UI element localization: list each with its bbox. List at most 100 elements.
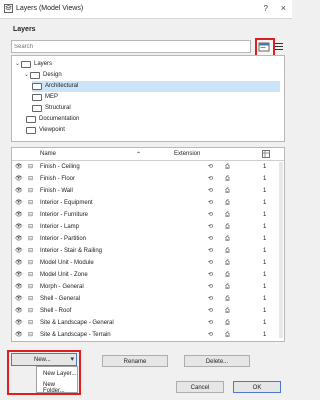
layer-icon[interactable]: ⊟: [28, 281, 38, 293]
lock-icon[interactable]: ⎙: [225, 221, 230, 233]
lock-icon[interactable]: ⎙: [225, 161, 230, 173]
sort-arrow-icon[interactable]: ⌃: [136, 151, 141, 158]
eye-icon[interactable]: 👁: [15, 233, 25, 245]
intersection-group-value[interactable]: 1: [263, 245, 266, 257]
layer-icon[interactable]: ⊟: [28, 173, 38, 185]
intersection-group-value[interactable]: 1: [263, 293, 266, 305]
hamburger-menu-icon[interactable]: [275, 41, 283, 51]
table-row[interactable]: 👁 ⊟ Shell - Roof ⟲ ⎙ 1: [12, 305, 284, 317]
eye-icon[interactable]: 👁: [15, 185, 25, 197]
cancel-button[interactable]: Cancel: [176, 381, 224, 393]
intersection-group-value[interactable]: 1: [263, 257, 266, 269]
layer-icon[interactable]: ⊟: [28, 209, 38, 221]
intersection-group-value[interactable]: 1: [263, 305, 266, 317]
intersection-group-value[interactable]: 1: [263, 329, 266, 341]
wireframe-icon[interactable]: ⟲: [208, 317, 213, 329]
lock-icon[interactable]: ⎙: [225, 197, 230, 209]
column-header-name[interactable]: Name: [40, 151, 56, 157]
intersection-group-value[interactable]: 1: [263, 209, 266, 221]
table-row[interactable]: 👁 ⊟ Interior - Lamp ⟲ ⎙ 1: [12, 221, 284, 233]
eye-icon[interactable]: 👁: [15, 161, 25, 173]
eye-icon[interactable]: 👁: [15, 305, 25, 317]
table-row[interactable]: 👁 ⊟ Shell - General ⟲ ⎙ 1: [12, 293, 284, 305]
chevron-down-icon[interactable]: ▾: [70, 355, 74, 363]
layer-icon[interactable]: ⊟: [28, 221, 38, 233]
tree-node-documentation[interactable]: Documentation: [26, 114, 280, 125]
search-input[interactable]: [12, 41, 244, 52]
wireframe-icon[interactable]: ⟲: [208, 245, 213, 257]
rename-button[interactable]: Rename: [102, 355, 168, 367]
layer-icon[interactable]: ⊟: [28, 269, 38, 281]
eye-icon[interactable]: 👁: [15, 173, 25, 185]
lock-icon[interactable]: ⎙: [225, 245, 230, 257]
wireframe-icon[interactable]: ⟲: [208, 281, 213, 293]
new-button[interactable]: New... ▾: [11, 353, 77, 366]
tree-node-mep[interactable]: MEP: [32, 92, 280, 103]
intersection-group-value[interactable]: 1: [263, 281, 266, 293]
intersection-group-value[interactable]: 1: [263, 161, 266, 173]
eye-icon[interactable]: 👁: [15, 197, 25, 209]
menu-item-new-layer[interactable]: New Layer...: [43, 371, 76, 377]
lock-icon[interactable]: ⎙: [225, 317, 230, 329]
tree-node-design[interactable]: ⌄ Design: [24, 70, 275, 81]
layer-icon[interactable]: ⊟: [28, 305, 38, 317]
intersection-group-value[interactable]: 1: [263, 221, 266, 233]
eye-icon[interactable]: 👁: [15, 269, 25, 281]
layer-icon[interactable]: ⊟: [28, 329, 38, 341]
table-row[interactable]: 👁 ⊟ Finish - Wall ⟲ ⎙ 1: [12, 185, 284, 197]
lock-icon[interactable]: ⎙: [225, 257, 230, 269]
intersection-group-value[interactable]: 1: [263, 233, 266, 245]
tree-node-layers[interactable]: ⌄ Layers: [15, 59, 275, 70]
lock-icon[interactable]: ⎙: [225, 329, 230, 341]
eye-icon[interactable]: 👁: [15, 317, 25, 329]
help-button[interactable]: ?: [264, 4, 268, 13]
eye-icon[interactable]: 👁: [15, 329, 25, 341]
table-row[interactable]: 👁 ⊟ Interior - Stair & Railing ⟲ ⎙ 1: [12, 245, 284, 257]
lock-icon[interactable]: ⎙: [225, 233, 230, 245]
search-field[interactable]: [11, 40, 251, 53]
table-row[interactable]: 👁 ⊟ Site & Landscape - General ⟲ ⎙ 1: [12, 317, 284, 329]
wireframe-icon[interactable]: ⟲: [208, 329, 213, 341]
tree-node-architectural[interactable]: Architectural: [32, 81, 280, 92]
table-row[interactable]: 👁 ⊟ Model Unit - Zone ⟲ ⎙ 1: [12, 269, 284, 281]
wireframe-icon[interactable]: ⟲: [208, 233, 213, 245]
lock-icon[interactable]: ⎙: [225, 305, 230, 317]
lock-icon[interactable]: ⎙: [225, 209, 230, 221]
layer-icon[interactable]: ⊟: [28, 317, 38, 329]
layer-icon[interactable]: ⊟: [28, 257, 38, 269]
wireframe-icon[interactable]: ⟲: [208, 161, 213, 173]
layer-icon[interactable]: ⊟: [28, 197, 38, 209]
table-row[interactable]: 👁 ⊟ Interior - Partition ⟲ ⎙ 1: [12, 233, 284, 245]
eye-icon[interactable]: 👁: [15, 221, 25, 233]
column-header-extension[interactable]: Extension: [174, 151, 200, 157]
tree-node-viewpoint[interactable]: Viewpoint: [26, 125, 280, 136]
lock-icon[interactable]: ⎙: [225, 173, 230, 185]
ok-button[interactable]: OK: [233, 381, 281, 393]
intersection-group-value[interactable]: 1: [263, 317, 266, 329]
wireframe-icon[interactable]: ⟲: [208, 197, 213, 209]
wireframe-icon[interactable]: ⟲: [208, 269, 213, 281]
lock-icon[interactable]: ⎙: [225, 269, 230, 281]
lock-icon[interactable]: ⎙: [225, 293, 230, 305]
table-row[interactable]: 👁 ⊟ Finish - Ceiling ⟲ ⎙ 1: [12, 161, 284, 173]
layer-icon[interactable]: ⊟: [28, 161, 38, 173]
eye-icon[interactable]: 👁: [15, 281, 25, 293]
delete-button[interactable]: Delete...: [184, 355, 250, 367]
eye-icon[interactable]: 👁: [15, 293, 25, 305]
layer-icon[interactable]: ⊟: [28, 233, 38, 245]
table-row[interactable]: 👁 ⊟ Finish - Floor ⟲ ⎙ 1: [12, 173, 284, 185]
intersection-group-value[interactable]: 1: [263, 197, 266, 209]
layer-icon[interactable]: ⊟: [28, 293, 38, 305]
table-row[interactable]: 👁 ⊟ Model Unit - Module ⟲ ⎙ 1: [12, 257, 284, 269]
wireframe-icon[interactable]: ⟲: [208, 257, 213, 269]
wireframe-icon[interactable]: ⟲: [208, 221, 213, 233]
lock-icon[interactable]: ⎙: [225, 185, 230, 197]
intersection-group-value[interactable]: 1: [263, 269, 266, 281]
eye-icon[interactable]: 👁: [15, 257, 25, 269]
wireframe-icon[interactable]: ⟲: [208, 293, 213, 305]
table-row[interactable]: 👁 ⊟ Morph - General ⟲ ⎙ 1: [12, 281, 284, 293]
table-row[interactable]: 👁 ⊟ Interior - Equipment ⟲ ⎙ 1: [12, 197, 284, 209]
wireframe-icon[interactable]: ⟲: [208, 185, 213, 197]
table-row[interactable]: 👁 ⊟ Site & Landscape - Terrain ⟲ ⎙ 1: [12, 329, 284, 341]
wireframe-icon[interactable]: ⟲: [208, 305, 213, 317]
